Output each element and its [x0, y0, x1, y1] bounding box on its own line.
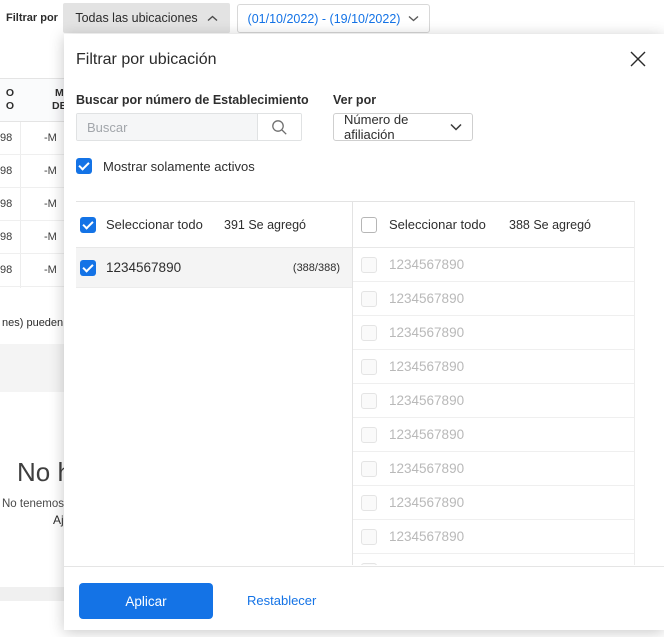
- location-item-label: 1234567890: [389, 325, 465, 340]
- location-item-disabled: 1234567890: [353, 554, 634, 565]
- checkbox-checked-icon[interactable]: [80, 259, 96, 276]
- view-by-selected-value: Número de afiliación: [344, 112, 409, 142]
- search-icon: [272, 119, 287, 135]
- table-cell-number: 98: [0, 264, 13, 276]
- table-row: 98 -M: [0, 122, 64, 155]
- background-empty-state-subtitle: No tenemos: [2, 498, 65, 510]
- location-item-disabled: 1234567890: [353, 452, 634, 486]
- location-item-disabled: 1234567890: [353, 248, 634, 282]
- location-item-label: 1234567890: [389, 563, 464, 565]
- location-item-label: 1234567890: [389, 529, 465, 544]
- checkbox-disabled-icon: [361, 358, 377, 375]
- table-cell-value: -M: [44, 264, 57, 276]
- location-item-label: 1234567890: [389, 427, 465, 442]
- location-item-label: 1234567890: [389, 291, 465, 306]
- filter-by-label: Filtrar por: [6, 12, 58, 24]
- chevron-down-icon: [408, 15, 419, 22]
- background-truncated-text: nes) pueden: [2, 317, 64, 329]
- select-all-label: Seleccionar todo: [106, 217, 203, 232]
- location-item-disabled: 1234567890: [353, 316, 634, 350]
- table-row: 98 -M: [0, 254, 64, 287]
- location-item-label: 1234567890: [389, 495, 465, 510]
- added-count-text: 388 Se agregó: [509, 217, 592, 232]
- location-item-label: 1234567890: [389, 257, 465, 272]
- background-table: O O M DE 98 -M 98 -M 98 -M 98 -M 98 -M: [0, 78, 67, 288]
- location-item-disabled: 1234567890: [353, 418, 634, 452]
- table-row: 98 -M: [0, 188, 64, 221]
- table-cell-number: 98: [0, 165, 13, 177]
- locations-dropdown-label: Todas las ubicaciones: [75, 11, 198, 25]
- table-row: 98 -M: [0, 221, 64, 254]
- background-table-header: O O M DE: [0, 78, 67, 122]
- location-item-count: (388/388): [292, 261, 340, 274]
- checkbox-disabled-icon: [361, 494, 377, 511]
- show-active-only-label: Mostrar solamente activos: [103, 158, 255, 174]
- select-all-row-left[interactable]: Seleccionar todo 391 Se agregó: [76, 202, 352, 248]
- close-icon: [630, 51, 646, 67]
- added-count-text: 391 Se agregó: [224, 217, 307, 232]
- chevron-up-icon: [207, 15, 218, 21]
- checkbox-checked-icon[interactable]: [76, 158, 92, 174]
- date-range-label: (01/10/2022) - (19/10/2022): [247, 11, 401, 26]
- checkbox-unchecked-icon[interactable]: [361, 216, 377, 233]
- date-range-dropdown-button[interactable]: (01/10/2022) - (19/10/2022): [237, 4, 430, 33]
- show-active-only-checkbox-row[interactable]: Mostrar solamente activos: [76, 158, 255, 174]
- locations-dropdown-button[interactable]: Todas las ubicaciones: [63, 3, 230, 33]
- background-divider-band: [0, 587, 64, 601]
- modal-footer: Aplicar Restablecer: [64, 566, 664, 630]
- background-gray-band: [0, 344, 64, 392]
- checkbox-disabled-icon: [361, 290, 377, 307]
- search-input[interactable]: [77, 114, 257, 140]
- table-row: 98 -M: [0, 155, 64, 188]
- location-item-label: 1234567890: [106, 260, 182, 275]
- table-cell-value: -M: [44, 198, 57, 210]
- select-all-label: Seleccionar todo: [389, 217, 486, 232]
- checkbox-disabled-icon: [361, 324, 377, 341]
- available-locations-panel: Seleccionar todo 388 Se agregó 123456789…: [352, 201, 635, 565]
- view-by-dropdown[interactable]: Número de afiliación: [333, 112, 473, 142]
- checkbox-disabled-icon: [361, 562, 377, 565]
- location-item-selected[interactable]: 1234567890 (388/388): [76, 248, 352, 288]
- modal-title: Filtrar por ubicación: [76, 51, 217, 68]
- checkbox-disabled-icon: [361, 426, 377, 443]
- selected-locations-panel: Seleccionar todo 391 Se agregó 123456789…: [76, 201, 352, 288]
- reset-link[interactable]: Restablecer: [247, 593, 316, 608]
- location-item-label: 1234567890: [389, 461, 465, 476]
- location-item-disabled: 1234567890: [353, 486, 634, 520]
- table-cell-value: -M: [44, 132, 57, 144]
- location-item-label: 1234567890: [389, 393, 465, 408]
- location-item-label: 1234567890: [389, 359, 465, 374]
- search-button[interactable]: [257, 114, 301, 140]
- available-locations-list: 1234567890 1234567890 1234567890 1234567…: [353, 248, 634, 565]
- filter-location-modal: Filtrar por ubicación Buscar por número …: [64, 34, 664, 630]
- location-item-disabled: 1234567890: [353, 520, 634, 554]
- checkbox-disabled-icon: [361, 392, 377, 409]
- checkbox-checked-icon[interactable]: [80, 216, 96, 233]
- location-item-disabled: 1234567890: [353, 384, 634, 418]
- location-item-disabled: 1234567890: [353, 350, 634, 384]
- table-cell-number: 98: [0, 231, 13, 243]
- table-cell-value: -M: [44, 231, 57, 243]
- close-button[interactable]: [627, 48, 649, 70]
- select-all-row-right[interactable]: Seleccionar todo 388 Se agregó: [353, 202, 634, 248]
- search-label: Buscar por número de Establecimiento: [76, 93, 309, 107]
- apply-button[interactable]: Aplicar: [79, 583, 213, 619]
- table-cell-number: 98: [0, 198, 13, 210]
- chevron-down-icon: [450, 123, 462, 131]
- checkbox-disabled-icon: [361, 528, 377, 545]
- background-table-rows: 98 -M 98 -M 98 -M 98 -M 98 -M: [0, 122, 64, 287]
- table-cell-value: -M: [44, 165, 57, 177]
- table-cell-number: 98: [0, 132, 13, 144]
- checkbox-disabled-icon: [361, 256, 377, 273]
- view-by-label: Ver por: [333, 93, 377, 107]
- page: Filtrar por Todas las ubicaciones (01/10…: [0, 0, 664, 637]
- checkbox-disabled-icon: [361, 460, 377, 477]
- location-item-disabled: 1234567890: [353, 282, 634, 316]
- search-control: [76, 113, 302, 141]
- background-col1-header: O O: [5, 87, 14, 112]
- background-empty-state-link: Aj: [53, 513, 64, 527]
